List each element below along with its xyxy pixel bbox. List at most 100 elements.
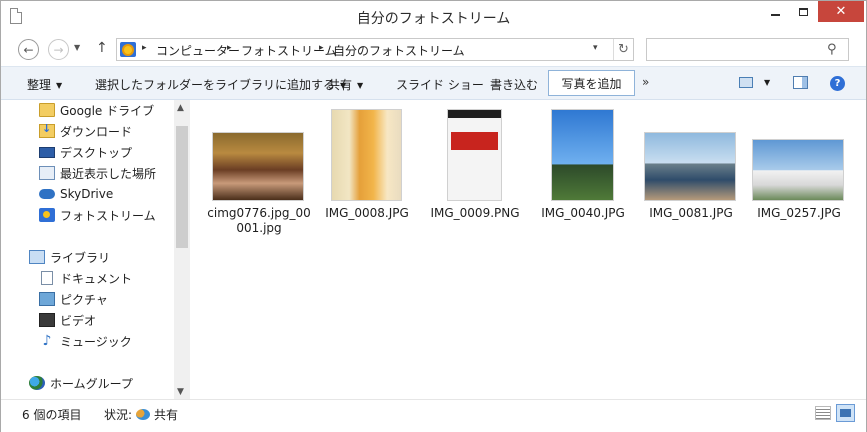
- nav-item-skydrive[interactable]: SkyDrive: [39, 184, 113, 204]
- file-name: IMG_0257.JPG: [757, 206, 841, 220]
- share-button[interactable]: 共有 ▼: [328, 76, 363, 93]
- organize-button[interactable]: 整理 ▼: [27, 76, 62, 93]
- file-view: cimg0776.jpg_00001.jpg IMG_0008.JPG IMG_…: [191, 100, 866, 399]
- share-label: 共有: [328, 78, 353, 92]
- pool-photo-thumbnail: [645, 133, 735, 200]
- recent-places-icon: [39, 166, 55, 180]
- nav-item-music[interactable]: ♪ ミュージック: [39, 331, 132, 351]
- file-name: IMG_0040.JPG: [541, 206, 625, 220]
- nav-item-label: SkyDrive: [60, 187, 114, 201]
- nav-item-recent-places[interactable]: 最近表示した場所: [39, 163, 156, 183]
- nav-item-label: ホームグループ: [50, 376, 133, 391]
- add-to-library-button[interactable]: 選択したフォルダーをライブラリに追加する ▼: [95, 76, 346, 93]
- nav-item-label: デスクトップ: [60, 145, 133, 160]
- breadcrumb-separator[interactable]: ▸: [142, 43, 147, 53]
- downloads-icon: [39, 122, 55, 138]
- status-state: 状況: 共有: [104, 406, 178, 423]
- palm-tree-photo-thumbnail: [552, 110, 613, 200]
- forward-button[interactable]: →: [48, 39, 69, 60]
- explorer-window: 自分のフォトストリーム ✕ ← → ▼ ↑ ▸ コンピューター ▸ フォトストリ…: [0, 0, 867, 432]
- status-bar: 6 個の項目 状況: 共有: [1, 399, 866, 432]
- nav-item-label: ドキュメント: [60, 271, 133, 286]
- nav-item-label: ピクチャ: [60, 292, 108, 307]
- scroll-down-arrow-icon[interactable]: ▼: [177, 387, 184, 397]
- up-arrow-icon: ↑: [96, 40, 108, 56]
- preview-pane-icon[interactable]: [793, 76, 808, 89]
- close-icon: ✕: [835, 4, 847, 19]
- scrollbar-thumb[interactable]: [176, 126, 188, 248]
- large-icons-view-icon[interactable]: [836, 404, 855, 422]
- chevron-down-icon[interactable]: ▼: [764, 78, 770, 87]
- music-icon: ♪: [42, 333, 52, 349]
- party-photo-thumbnail: [213, 133, 303, 200]
- maximize-button[interactable]: [789, 1, 817, 22]
- recent-locations-dropdown[interactable]: ▼: [74, 43, 80, 52]
- nav-item-pictures[interactable]: ピクチャ: [39, 289, 108, 309]
- address-row: ← → ▼ ↑ ▸ コンピューター ▸ フォトストリーム ▸ 自分のフォトストリ…: [1, 32, 866, 66]
- pictures-icon: [39, 292, 55, 306]
- nav-item-downloads[interactable]: ダウンロード: [39, 121, 132, 141]
- forward-arrow-icon: →: [53, 42, 64, 57]
- navigation-pane: Google ドライブ ダウンロード デスクトップ 最近表示した場所 SkyDr…: [1, 100, 190, 399]
- skydrive-icon: [39, 189, 55, 199]
- breadcrumb-separator[interactable]: ▸: [227, 43, 232, 53]
- nav-item-video[interactable]: ビデオ: [39, 310, 96, 330]
- nav-item-label: ライブラリ: [50, 250, 111, 265]
- bottle-photo-thumbnail: [332, 110, 401, 200]
- file-name: IMG_0009.PNG: [430, 206, 520, 220]
- documents-icon: [41, 271, 53, 285]
- nav-item-label: ダウンロード: [60, 124, 133, 139]
- address-history-dropdown[interactable]: ▾: [593, 43, 598, 53]
- minimize-button[interactable]: [761, 1, 789, 22]
- command-bar: 整理 ▼ 選択したフォルダーをライブラリに追加する ▼ 共有 ▼ スライド ショー 書…: [1, 66, 866, 100]
- item-count: 6 個の項目: [22, 408, 82, 422]
- nav-item-desktop[interactable]: デスクトップ: [39, 142, 132, 162]
- desktop-icon: [39, 146, 55, 158]
- slideshow-button[interactable]: スライド ショー: [396, 76, 484, 93]
- nav-scrollbar[interactable]: ▲ ▼: [174, 100, 190, 399]
- scroll-up-arrow-icon[interactable]: ▲: [177, 103, 184, 113]
- nav-item-google-drive[interactable]: Google ドライブ: [39, 100, 154, 120]
- window-title: 自分のフォトストリーム: [356, 11, 511, 27]
- breadcrumb-my-photostream[interactable]: 自分のフォトストリーム: [333, 42, 465, 59]
- nav-item-homegroup[interactable]: ホームグループ: [29, 373, 133, 393]
- nav-item-libraries[interactable]: ライブラリ: [29, 247, 110, 267]
- libraries-icon: [29, 250, 45, 264]
- nav-item-label: ビデオ: [60, 313, 97, 328]
- back-button[interactable]: ←: [18, 39, 39, 60]
- chevron-down-icon: ▼: [56, 81, 63, 90]
- nav-item-label: 最近表示した場所: [60, 166, 157, 181]
- details-view-icon[interactable]: [815, 406, 831, 420]
- search-input[interactable]: ⚲: [646, 38, 849, 61]
- address-bar[interactable]: ▸ コンピューター ▸ フォトストリーム ▸ 自分のフォトストリーム ▾ ↻: [116, 38, 634, 61]
- folder-icon: [39, 103, 55, 117]
- breadcrumb-separator[interactable]: ▸: [319, 43, 324, 53]
- nav-item-label: Google ドライブ: [60, 103, 155, 118]
- burn-button[interactable]: 書き込む: [490, 76, 538, 93]
- organize-label: 整理: [27, 78, 52, 92]
- change-view-icon[interactable]: [739, 77, 753, 88]
- more-commands-button[interactable]: »: [642, 75, 649, 89]
- search-icon: ⚲: [827, 42, 837, 57]
- file-name: cimg0776.jpg_00001.jpg: [207, 206, 311, 235]
- nav-item-documents[interactable]: ドキュメント: [39, 268, 132, 288]
- add-photos-button[interactable]: 写真を追加: [548, 70, 635, 96]
- photostream-icon: [39, 208, 55, 222]
- status-state-label: 状況:: [104, 408, 133, 422]
- nav-item-label: ミュージック: [60, 334, 132, 349]
- refresh-button[interactable]: ↻: [613, 39, 633, 60]
- homegroup-icon: [29, 376, 45, 390]
- file-name: IMG_0081.JPG: [649, 206, 733, 220]
- status-state-value: 共有: [154, 408, 179, 422]
- nav-item-label: フォトストリーム: [60, 208, 156, 223]
- up-button[interactable]: ↑: [96, 40, 108, 56]
- add-to-library-label: 選択したフォルダーをライブラリに追加する: [95, 78, 336, 92]
- title-bar[interactable]: 自分のフォトストリーム ✕: [1, 1, 866, 32]
- church-photo-thumbnail: [753, 140, 843, 200]
- nav-item-photostream[interactable]: フォトストリーム: [39, 205, 156, 225]
- maximize-icon: [798, 7, 808, 16]
- minimize-icon: [770, 13, 780, 16]
- close-button[interactable]: ✕: [818, 1, 864, 22]
- help-icon[interactable]: ?: [830, 76, 845, 91]
- back-arrow-icon: ←: [23, 42, 34, 57]
